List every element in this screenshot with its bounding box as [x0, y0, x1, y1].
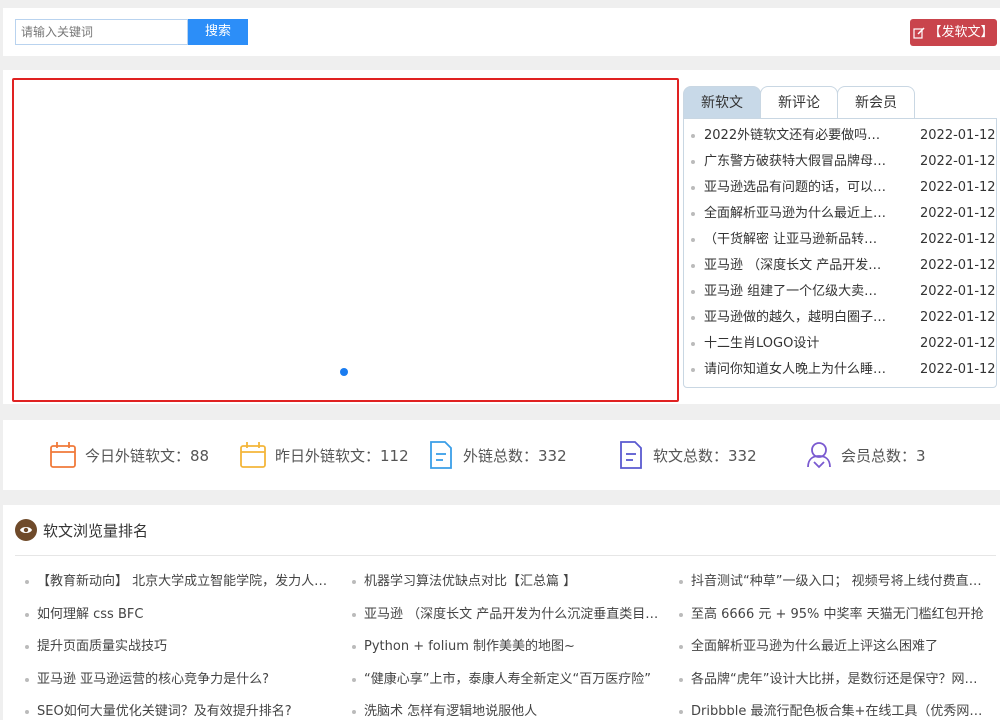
post-article-label: 【发软文】	[928, 25, 994, 40]
news-title[interactable]: 亚马逊做的越久，越明白圈子的…	[704, 305, 890, 331]
news-title[interactable]: 亚马逊选品有问题的话，可以进…	[704, 175, 890, 201]
slider-dot[interactable]	[340, 368, 348, 376]
news-date: 2022-01-12	[920, 336, 996, 351]
list-item[interactable]: 至高 6666 元 + 95% 中奖率 天猫无门槛红包开抢	[679, 602, 989, 635]
news-date: 2022-01-12	[920, 362, 996, 377]
news-item[interactable]: 2022外链软文还有必要做吗？从… 2022-01-12	[684, 123, 996, 149]
edit-icon	[913, 26, 926, 39]
list-item[interactable]: 亚马逊 亚马逊运营的核心竞争力是什么?	[25, 667, 335, 700]
list-item[interactable]: 如何理解 css BFC	[25, 602, 335, 635]
search-bar: 搜索 【发软文】	[3, 8, 1000, 56]
list-item[interactable]: 全面解析亚马逊为什么最近上评这么困难了	[679, 634, 989, 667]
news-title[interactable]: 亚马逊 组建了一个亿级大卖家群…	[704, 279, 890, 305]
stat-total-members-label: 会员总数：3	[841, 446, 926, 465]
ranking-column: 【教育新动向】 北京大学成立智能学院，发力人工智… 如何理解 css BFC 提…	[25, 569, 335, 720]
ranking-header: 软文浏览量排名	[15, 519, 148, 541]
tab-new-articles[interactable]: 新软文	[683, 86, 761, 119]
news-item[interactable]: 亚马逊做的越久，越明白圈子的… 2022-01-12	[684, 305, 996, 331]
list-item[interactable]: 洗脑术 怎样有逻辑地说服他人	[352, 699, 662, 720]
search-input[interactable]	[15, 19, 188, 45]
list-item[interactable]: 【教育新动向】 北京大学成立智能学院，发力人工智…	[25, 569, 335, 602]
stat-yesterday-articles: 昨日外链软文：112	[239, 439, 409, 471]
members-icon	[807, 442, 831, 469]
hero-section: 新软文 新评论 新会员 2022外链软文还有必要做吗？从… 2022-01-12 …	[3, 70, 1000, 404]
stat-total-articles-label: 软文总数：332	[653, 446, 757, 465]
calendar-icon	[240, 442, 266, 468]
ranking-column: 机器学习算法优缺点对比【汇总篇 】 亚马逊 （深度长文 产品开发为什么沉淀垂直类…	[352, 569, 662, 720]
news-item[interactable]: 十二生肖LOGO设计 2022-01-12	[684, 331, 996, 357]
divider	[15, 555, 996, 556]
news-title[interactable]: 全面解析亚马逊为什么最近上评…	[704, 201, 890, 227]
search-button[interactable]: 搜索	[188, 19, 248, 45]
news-item[interactable]: 请问你知道女人晚上为什么睡不… 2022-01-12	[684, 357, 996, 383]
news-date: 2022-01-12	[920, 180, 996, 195]
document-icon	[620, 441, 642, 469]
list-item[interactable]: SEO如何大量优化关键词？及有效提升排名?	[25, 699, 335, 720]
ranking-title: 软文浏览量排名	[43, 521, 149, 540]
news-item[interactable]: 全面解析亚马逊为什么最近上评… 2022-01-12	[684, 201, 996, 227]
list-item[interactable]: Dribbble 最流行配色板合集+在线工具（优秀网页推…	[679, 699, 989, 720]
list-item[interactable]: 亚马逊 （深度长文 产品开发为什么沉淀垂直类目，…	[352, 602, 662, 635]
news-date: 2022-01-12	[920, 128, 996, 143]
stat-today-articles: 今日外链软文：88	[49, 439, 209, 471]
news-title[interactable]: （干货解密 让亚马逊新品转化率…	[704, 227, 890, 253]
news-item[interactable]: 广东警方破获特大假冒品牌母婴… 2022-01-12	[684, 149, 996, 175]
stat-yesterday-label: 昨日外链软文：112	[275, 446, 409, 465]
news-item[interactable]: （干货解密 让亚马逊新品转化率… 2022-01-12	[684, 227, 996, 253]
news-date: 2022-01-12	[920, 232, 996, 247]
stat-total-articles: 软文总数：332	[617, 439, 757, 471]
image-slider[interactable]	[12, 78, 679, 402]
stat-total-members: 会员总数：3	[805, 439, 926, 471]
news-title[interactable]: 十二生肖LOGO设计	[704, 331, 890, 357]
calendar-icon	[50, 442, 76, 468]
news-title[interactable]: 亚马逊 （深度长文 产品开发为什…	[704, 253, 890, 279]
stat-total-links: 外链总数：332	[427, 439, 567, 471]
news-item[interactable]: 亚马逊 （深度长文 产品开发为什… 2022-01-12	[684, 253, 996, 279]
news-date: 2022-01-12	[920, 206, 996, 221]
news-date: 2022-01-12	[920, 284, 996, 299]
news-date: 2022-01-12	[920, 154, 996, 169]
list-item[interactable]: 抖音测试“种草”一级入口； 视频号将上线付费直播…	[679, 569, 989, 602]
eye-icon	[15, 519, 37, 541]
views-ranking: 软文浏览量排名 【教育新动向】 北京大学成立智能学院，发力人工智… 如何理解 c…	[3, 505, 1000, 720]
tab-new-members[interactable]: 新会员	[837, 86, 915, 119]
stat-today-label: 今日外链软文：88	[85, 446, 210, 465]
list-item[interactable]: 各品牌“虎年”设计大比拼，是数衍还是保守？网友 …	[679, 667, 989, 700]
news-tabs: 新软文 新评论 新会员	[683, 86, 915, 119]
list-item[interactable]: 机器学习算法优缺点对比【汇总篇 】	[352, 569, 662, 602]
list-item[interactable]: 提升页面质量实战技巧	[25, 634, 335, 667]
news-list: 2022外链软文还有必要做吗？从… 2022-01-12 广东警方破获特大假冒品牌…	[683, 118, 997, 388]
news-item[interactable]: 亚马逊选品有问题的话，可以进… 2022-01-12	[684, 175, 996, 201]
news-title[interactable]: 2022外链软文还有必要做吗？从…	[704, 123, 890, 149]
stats-bar: 今日外链软文：88 昨日外链软文：112 外链总数：332 软文总数：332 会…	[3, 420, 1000, 490]
document-icon	[430, 441, 452, 469]
news-item[interactable]: 亚马逊 组建了一个亿级大卖家群… 2022-01-12	[684, 279, 996, 305]
news-date: 2022-01-12	[920, 258, 996, 273]
stat-total-links-label: 外链总数：332	[463, 446, 567, 465]
news-title[interactable]: 广东警方破获特大假冒品牌母婴…	[704, 149, 890, 175]
news-title[interactable]: 请问你知道女人晚上为什么睡不…	[704, 357, 890, 383]
list-item[interactable]: “健康心享”上市，泰康人寿全新定义“百万医疗险”	[352, 667, 662, 700]
list-item[interactable]: Python + folium 制作美美的地图~	[352, 634, 662, 667]
tab-new-comments[interactable]: 新评论	[760, 86, 838, 119]
post-article-button[interactable]: 【发软文】	[910, 19, 997, 46]
ranking-column: 抖音测试“种草”一级入口； 视频号将上线付费直播… 至高 6666 元 + 95…	[679, 569, 989, 720]
news-date: 2022-01-12	[920, 310, 996, 325]
